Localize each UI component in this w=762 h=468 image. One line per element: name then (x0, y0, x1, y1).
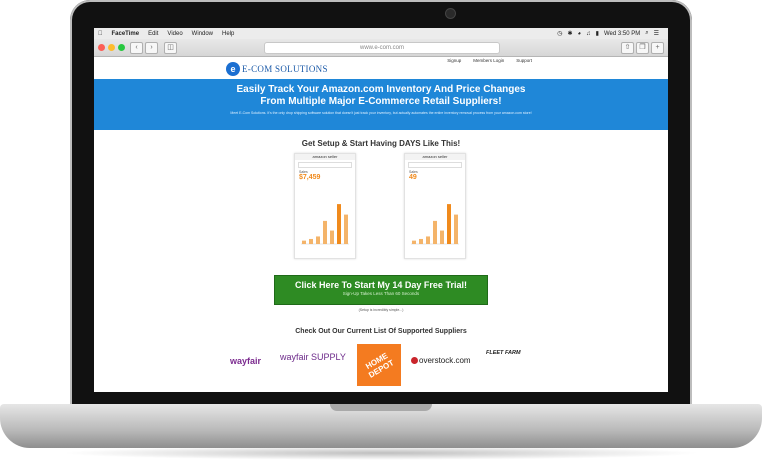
webpage: e E-COM SOLUTIONS Signup Members Login S… (94, 57, 668, 392)
phone-sales-value: 49 (409, 174, 417, 181)
chart-bar (412, 240, 416, 244)
back-button[interactable]: ‹ (130, 41, 143, 54)
wayfair-logo: wayfair (230, 356, 262, 366)
apple-icon[interactable]:  (98, 31, 103, 37)
phone-search (298, 162, 352, 168)
home-depot-text: HOME DEPOT (364, 351, 396, 380)
support-link[interactable]: Support (516, 58, 532, 63)
overstock-logo: overstock.com (411, 356, 471, 365)
chart-bar (309, 238, 313, 244)
overstock-icon (411, 357, 418, 365)
chart-bar (426, 236, 430, 244)
hero-banner: Easily Track Your Amazon.com Inventory A… (94, 79, 668, 130)
bluetooth-icon[interactable]: ✱ (568, 30, 573, 37)
phone-brand: amazon seller (295, 154, 355, 160)
logo-icon: e (226, 62, 240, 76)
cta-sublabel: Sign-Up Takes Less Than 60 Seconds (342, 291, 420, 296)
top-links: Signup Members Login Support (435, 58, 532, 63)
spotlight-icon[interactable]: ⌕ (645, 30, 648, 37)
supplier-logos: wayfair wayfair SUPPLY HOME DEPOT overst… (94, 344, 668, 390)
phone-brand: amazon seller (405, 154, 465, 160)
forward-button[interactable]: › (145, 41, 158, 54)
chart-bar (330, 230, 334, 244)
section-title: Get Setup & Start Having DAYS Like This! (301, 139, 461, 148)
cta-label: Click Here To Start My 14 Day Free Trial… (295, 280, 467, 290)
hero-title-line-1: Easily Track Your Amazon.com Inventory A… (236, 84, 526, 95)
chart-bar (302, 240, 306, 244)
laptop-frame:  FaceTime Edit Video Window Help ◷ ✱ ◕ … (0, 0, 762, 468)
phone-search (408, 162, 462, 168)
battery-icon[interactable]: ▮ (596, 30, 599, 37)
phone-screenshots: amazon seller Sales $7,459 amazon seller… (94, 148, 668, 260)
phone-sales-value: $7,459 (299, 174, 321, 181)
menu-window[interactable]: Window (192, 31, 213, 37)
tabs-icon[interactable]: ❒ (636, 41, 649, 54)
chart-bar (454, 214, 458, 244)
menu-video[interactable]: Video (167, 31, 182, 37)
wifi-icon[interactable]: ◕ (578, 31, 582, 37)
phone-screenshot-1: amazon seller Sales $7,459 (294, 153, 356, 259)
screen:  FaceTime Edit Video Window Help ◷ ✱ ◕ … (94, 28, 668, 392)
logo-text: E-COM SOLUTIONS (242, 64, 328, 74)
menu-edit[interactable]: Edit (148, 31, 158, 37)
sidebar-icon[interactable]: ◫ (164, 41, 177, 54)
hero-title: Easily Track Your Amazon.com Inventory A… (94, 79, 668, 108)
phone-bar-chart-1 (301, 204, 349, 245)
members-login-link[interactable]: Members Login (473, 58, 504, 63)
site-header: e E-COM SOLUTIONS Signup Members Login S… (94, 57, 668, 79)
laptop-notch (330, 404, 432, 411)
phone-bar-chart-2 (411, 204, 459, 245)
site-logo[interactable]: e E-COM SOLUTIONS (226, 62, 328, 76)
chart-bar (447, 204, 451, 244)
share-icon[interactable]: ⇧ (621, 41, 634, 54)
laptop-shadow (60, 446, 702, 460)
menu-facetime[interactable]: FaceTime (112, 31, 140, 37)
hero-subtitle: Meet E-Com Solutions. It's the only drop… (230, 111, 532, 115)
time-machine-icon[interactable]: ◷ (557, 30, 562, 37)
camera-icon (446, 9, 455, 18)
close-window-button[interactable] (98, 44, 105, 51)
fleet-farm-logo: FLEET FARM (486, 350, 521, 356)
address-bar[interactable]: www.e-com.com (264, 42, 500, 54)
chart-bar (316, 236, 320, 244)
wayfair-supply-logo: wayfair SUPPLY (280, 352, 346, 362)
home-depot-logo: HOME DEPOT (357, 344, 401, 386)
chart-bar (419, 238, 423, 244)
setup-note: (Setup is incredibly simple...) (358, 308, 404, 312)
overstock-text: overstock.com (419, 356, 471, 365)
minimize-window-button[interactable] (108, 44, 115, 51)
chart-bar (337, 204, 341, 244)
mac-menubar:  FaceTime Edit Video Window Help ◷ ✱ ◕ … (94, 28, 668, 39)
volume-icon[interactable]: ♫ (586, 31, 591, 37)
signup-link[interactable]: Signup (447, 58, 461, 63)
suppliers-title: Check Out Our Current List Of Supported … (295, 328, 467, 335)
new-tab-button[interactable]: + (651, 41, 664, 54)
zoom-window-button[interactable] (118, 44, 125, 51)
list-icon[interactable]: ☰ (654, 30, 659, 37)
free-trial-button[interactable]: Click Here To Start My 14 Day Free Trial… (274, 275, 488, 305)
chart-bar (440, 230, 444, 244)
clock[interactable]: Wed 3:50 PM (604, 31, 640, 37)
chart-bar (323, 220, 327, 244)
chart-bar (433, 220, 437, 244)
chart-bar (344, 214, 348, 244)
hero-title-line-2: From Multiple Major E-Commerce Retail Su… (260, 96, 502, 107)
menu-help[interactable]: Help (222, 31, 234, 37)
phone-screenshot-2: amazon seller Sales 49 (404, 153, 466, 259)
